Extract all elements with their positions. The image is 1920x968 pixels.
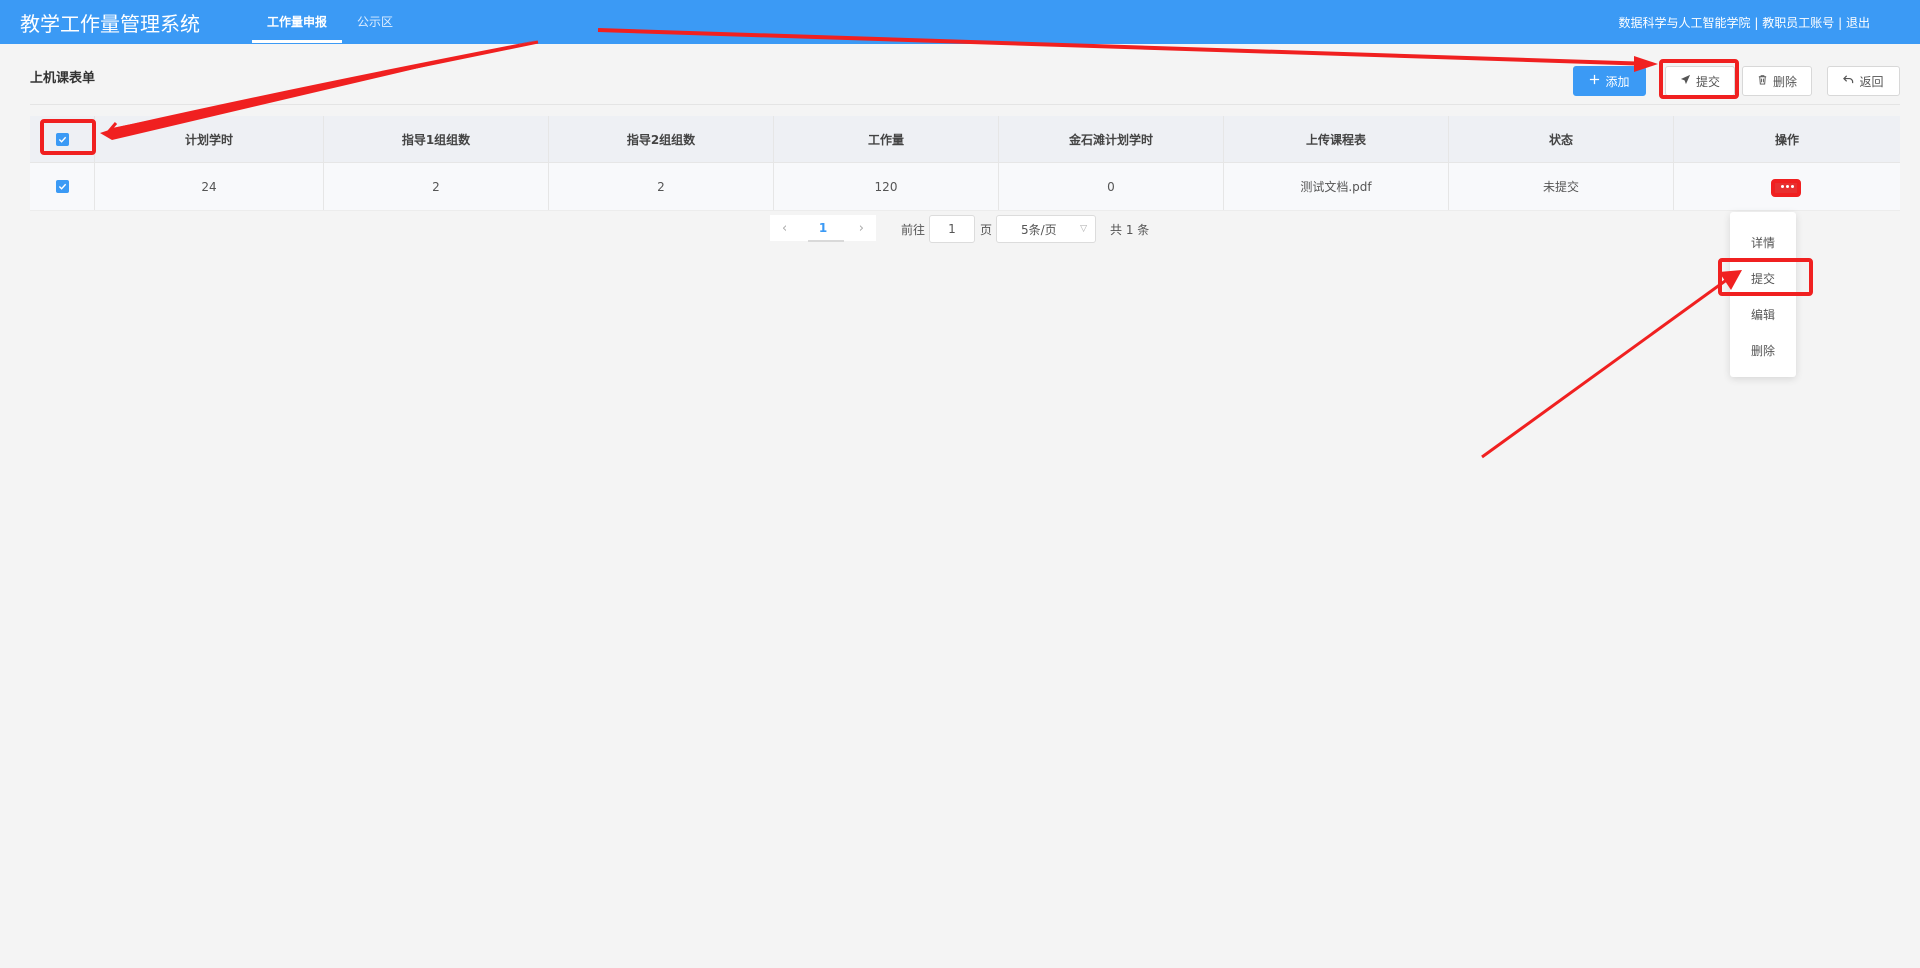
total-count: 共 1 条 xyxy=(1110,223,1150,237)
user-account[interactable]: 教职员工账号 xyxy=(1762,16,1834,30)
column-header[interactable]: 工作量 xyxy=(774,116,999,162)
next-page-icon[interactable]: › xyxy=(859,221,864,236)
column-header[interactable]: 状态 xyxy=(1449,116,1674,162)
delete-button[interactable]: 删除 xyxy=(1742,66,1812,96)
page-title: 上机课表单 xyxy=(30,71,96,86)
menu-item-delete[interactable]: 删除 xyxy=(1730,342,1796,359)
user-info: 数据科学与人工智能学院 | 教职员工账号 | 退出 xyxy=(1619,14,1870,31)
delete-button-label: 删除 xyxy=(1772,74,1797,89)
app-title: 教学工作量管理系统 xyxy=(20,12,200,36)
menu-item-details[interactable]: 详情 xyxy=(1730,234,1796,251)
separator: | xyxy=(1754,16,1759,30)
cell-workload: 120 xyxy=(774,163,999,210)
logout-link[interactable]: 退出 xyxy=(1846,16,1870,30)
arrow-to-menu-submit xyxy=(1481,270,1742,459)
goto-page-input[interactable] xyxy=(929,215,975,243)
annotation-box-more xyxy=(1771,179,1801,197)
add-button-label: 添加 xyxy=(1605,74,1630,89)
return-arrow-icon xyxy=(1843,74,1854,88)
column-header: 操作 xyxy=(1774,132,1799,147)
page-size-value: 5条/页 xyxy=(1021,222,1057,237)
back-button-label: 返回 xyxy=(1859,74,1884,89)
goto-label: 前往 xyxy=(901,223,926,237)
check-icon xyxy=(58,183,66,190)
add-button[interactable]: 添加 xyxy=(1573,66,1646,96)
page-unit-label: 页 xyxy=(980,223,993,237)
tab-workload-declaration[interactable]: 工作量申报 xyxy=(267,13,327,30)
column-header[interactable]: 上传课程表 xyxy=(1224,116,1449,162)
menu-item-edit[interactable]: 编辑 xyxy=(1730,306,1796,323)
pagination: ‹ 1 › xyxy=(770,215,876,241)
annotation-box-select-all xyxy=(40,119,96,155)
annotation-box-submit xyxy=(1659,59,1739,99)
tab-public-notice[interactable]: 公示区 xyxy=(357,13,393,30)
plus-icon xyxy=(1589,74,1600,88)
row-checkbox[interactable] xyxy=(55,180,69,193)
page-size-select[interactable]: 5条/页 ▽ xyxy=(996,215,1096,243)
page-number[interactable]: 1 xyxy=(819,221,827,235)
table-header: 计划学时 指导1组组数 指导2组组数 工作量 金石滩计划学时 上传课程表 状态 … xyxy=(30,116,1900,163)
column-header[interactable]: 指导1组组数 xyxy=(324,116,549,162)
chevron-down-icon: ▽ xyxy=(1080,224,1087,234)
cell-planned-hours: 24 xyxy=(95,163,324,210)
cell-jinshitan-hours: 0 xyxy=(999,163,1224,210)
column-header[interactable]: 指导2组组数 xyxy=(549,116,774,162)
user-college: 数据科学与人工智能学院 xyxy=(1618,16,1751,30)
page-indicator xyxy=(808,240,844,242)
back-button[interactable]: 返回 xyxy=(1827,66,1900,96)
trash-icon xyxy=(1757,74,1768,88)
column-header[interactable]: 计划学时 xyxy=(95,116,324,162)
separator: | xyxy=(1838,16,1843,30)
cell-guide-group-1: 2 xyxy=(324,163,549,210)
table-row[interactable]: 24 2 2 120 0 测试文档.pdf 未提交 xyxy=(30,163,1900,211)
top-header: 教学工作量管理系统 工作量申报 公示区 数据科学与人工智能学院 | 教职员工账号… xyxy=(0,0,1920,44)
course-table: 计划学时 指导1组组数 指导2组组数 工作量 金石滩计划学时 上传课程表 状态 … xyxy=(30,116,1900,211)
cell-uploaded-schedule[interactable]: 测试文档.pdf xyxy=(1224,163,1449,210)
cell-guide-group-2: 2 xyxy=(549,163,774,210)
cell-status: 未提交 xyxy=(1449,163,1674,210)
column-header[interactable]: 金石滩计划学时 xyxy=(999,116,1224,162)
active-tab-indicator xyxy=(252,40,342,43)
annotation-box-menu-submit xyxy=(1718,258,1813,296)
divider xyxy=(30,104,1900,105)
prev-page-icon[interactable]: ‹ xyxy=(782,221,787,236)
row-select-cell xyxy=(30,163,95,210)
